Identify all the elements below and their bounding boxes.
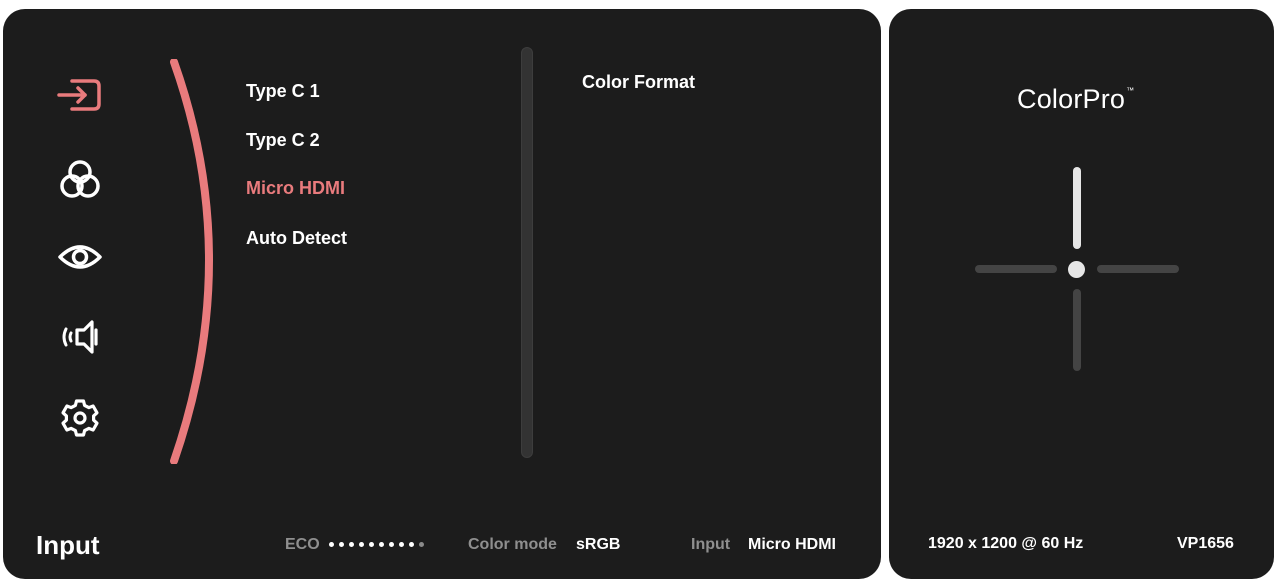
osd-side-panel: ColorPro™ 1920 x 1200 @ 60 Hz VP1656 (889, 9, 1274, 579)
menu-item-micro-hdmi[interactable]: Micro HDMI (246, 178, 345, 199)
brand-logo: ColorPro™ (1017, 84, 1134, 115)
eco-level-dot (339, 542, 344, 547)
audio-icon (56, 317, 104, 357)
resolution-info: 1920 x 1200 @ 60 Hz (928, 535, 1084, 552)
eco-level-dot (359, 542, 364, 547)
joystick-center[interactable] (1068, 261, 1085, 278)
menu-item-type-c-2[interactable]: Type C 2 (246, 130, 320, 151)
eco-level-dot (419, 542, 424, 547)
menu-curve-divider (170, 59, 213, 464)
view-mode-icon (56, 239, 104, 275)
eco-level-dot (379, 542, 384, 547)
menu-scrollbar[interactable] (521, 47, 533, 458)
submenu-item-color-format[interactable]: Color Format (582, 72, 695, 93)
eco-level-dot (369, 542, 374, 547)
menu-item-type-c-1[interactable]: Type C 1 (246, 81, 320, 102)
settings-gear-icon (58, 396, 102, 440)
eco-level-dot (329, 542, 334, 547)
input-status-label: Input (691, 536, 731, 553)
joystick-left[interactable] (975, 265, 1057, 273)
eco-level-dot (389, 542, 394, 547)
eco-level-dot (409, 542, 414, 547)
color-mode-value: sRGB (576, 536, 621, 553)
joystick-right[interactable] (1097, 265, 1179, 273)
brand-trademark: ™ (1126, 86, 1135, 95)
eco-level-dot (349, 542, 354, 547)
color-adjust-icon (57, 158, 103, 202)
eco-level-dot (399, 542, 404, 547)
sidebar-item-color-adjust[interactable] (55, 157, 105, 203)
sidebar-item-settings[interactable] (55, 395, 105, 441)
sidebar-item-audio[interactable] (55, 314, 105, 360)
color-mode-label: Color mode (468, 536, 557, 553)
brand-name: ColorPro (1017, 84, 1126, 114)
eco-label: ECO (285, 536, 320, 553)
model-name: VP1656 (1177, 535, 1234, 552)
eco-level-indicator (329, 542, 424, 547)
joystick-down[interactable] (1073, 289, 1081, 371)
sidebar-item-view-mode[interactable] (55, 234, 105, 280)
input-status-value: Micro HDMI (748, 536, 836, 553)
input-icon (56, 77, 104, 113)
joystick-up[interactable] (1073, 167, 1081, 249)
section-title: Input (36, 530, 100, 560)
sidebar-item-input[interactable] (55, 72, 105, 118)
osd-main-panel: Type C 1 Type C 2 Micro HDMI Auto Detect… (3, 9, 881, 579)
menu-item-auto-detect[interactable]: Auto Detect (246, 228, 347, 249)
